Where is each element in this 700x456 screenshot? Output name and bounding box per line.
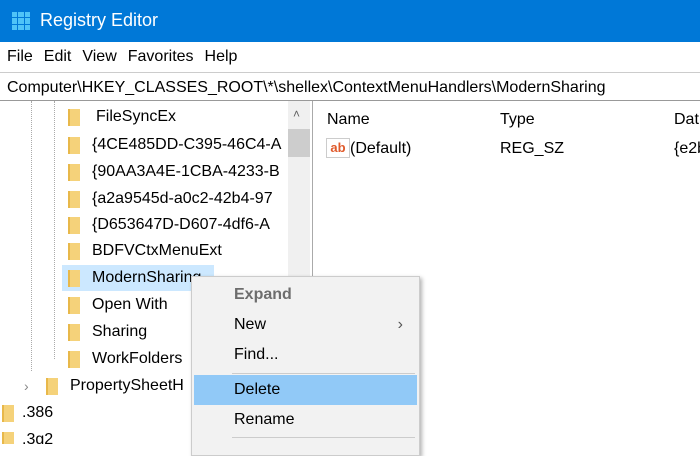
tree-item[interactable]: {90AA3A4E-1CBA-4233-B (68, 159, 280, 185)
tree-item[interactable]: {D653647D-D607-4df6-A (68, 212, 270, 238)
folder-icon (68, 108, 80, 126)
scroll-up-icon[interactable]: ˄ (293, 107, 300, 121)
string-value-icon: ab (326, 138, 350, 158)
tree-item[interactable]: BDFVCtxMenuExt (68, 238, 222, 264)
folder-icon (68, 163, 80, 181)
tree-item[interactable]: › PropertySheetH (24, 373, 184, 399)
title-bar: Registry Editor (0, 0, 700, 42)
folder-icon (68, 190, 80, 208)
folder-icon (2, 431, 14, 444)
tree-item[interactable]: Open With (68, 292, 168, 318)
tree-item[interactable]: {a2a9545d-a0c2-42b4-97 (68, 186, 273, 212)
menu-edit[interactable]: Edit (44, 48, 72, 66)
value-name[interactable]: (Default) (350, 140, 411, 158)
submenu-arrow-icon: › (397, 316, 403, 333)
menu-item-delete[interactable]: Delete (194, 375, 417, 405)
tree-item[interactable]: .386 (2, 400, 53, 426)
tree-item[interactable]: Sharing (68, 319, 147, 345)
context-menu: Expand New › Find... Delete Rename (191, 276, 420, 456)
column-data[interactable]: Dat (674, 111, 699, 129)
value-data: {e2b (674, 140, 700, 157)
tree-item[interactable]: WorkFolders (68, 346, 182, 372)
chevron-right-icon[interactable]: › (24, 378, 46, 394)
menu-separator (232, 437, 415, 438)
folder-icon (2, 404, 14, 422)
tree-item[interactable]: FileSyncEx (68, 104, 176, 130)
column-type[interactable]: Type (500, 111, 535, 129)
menu-item-new[interactable]: New › (194, 310, 417, 340)
folder-icon (46, 377, 58, 395)
menu-favorites[interactable]: Favorites (128, 48, 194, 66)
value-type: REG_SZ (500, 140, 565, 157)
menu-file[interactable]: File (7, 48, 33, 66)
folder-icon (68, 350, 80, 368)
tree-item[interactable]: .3g2 (2, 427, 53, 444)
menu-item-rename[interactable]: Rename (194, 405, 417, 435)
folder-icon (68, 323, 80, 341)
menu-help[interactable]: Help (205, 48, 238, 66)
menu-item-find[interactable]: Find... (194, 340, 417, 370)
folder-icon (68, 242, 80, 260)
registry-editor-icon (12, 12, 30, 30)
folder-icon (68, 296, 80, 314)
folder-icon (68, 216, 80, 234)
folder-icon (68, 136, 80, 154)
menu-view[interactable]: View (82, 48, 116, 66)
menu-bar: File Edit View Favorites Help (0, 42, 700, 72)
folder-icon (68, 269, 80, 287)
tree-item[interactable]: {4CE485DD-C395-46C4-A (68, 132, 281, 158)
menu-item-expand[interactable]: Expand (194, 280, 417, 310)
address-bar[interactable]: Computer\HKEY_CLASSES_ROOT\*\shellex\Con… (0, 72, 700, 101)
window-title: Registry Editor (40, 10, 159, 30)
scrollbar-thumb[interactable] (288, 129, 310, 157)
column-name[interactable]: Name (327, 111, 370, 129)
menu-separator (232, 373, 415, 374)
